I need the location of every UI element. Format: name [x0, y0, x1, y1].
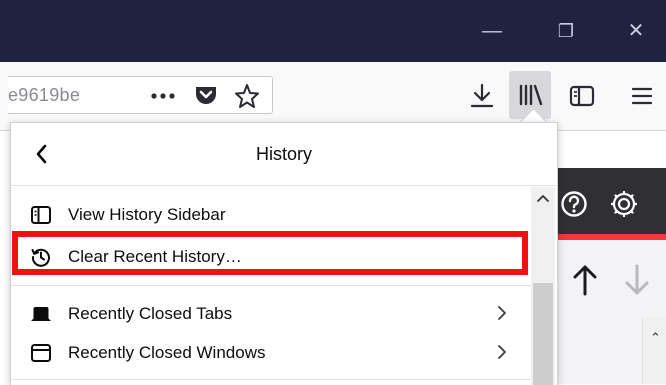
- bookmark-star-icon[interactable]: [234, 83, 260, 109]
- menu-item-label: View History Sidebar: [68, 205, 226, 224]
- minimize-button[interactable]: —: [472, 14, 512, 48]
- chevron-right-icon: [495, 300, 509, 332]
- restore-button[interactable]: ❐: [546, 14, 586, 48]
- menu-item-recently-closed-tabs[interactable]: Recently Closed Tabs: [11, 296, 535, 332]
- page-actions-icon[interactable]: [148, 89, 178, 101]
- arrow-down-icon[interactable]: [622, 262, 652, 298]
- sidebar-icon: [30, 204, 52, 226]
- window-icon: [30, 342, 52, 364]
- url-bar[interactable]: e9619be: [8, 76, 273, 114]
- scroll-up-icon[interactable]: [535, 191, 551, 207]
- panel-title: History: [255, 144, 312, 164]
- tab-icon: [30, 303, 52, 325]
- url-fade: [94, 79, 128, 111]
- help-icon[interactable]: [560, 190, 588, 218]
- menu-hamburger-icon[interactable]: [630, 84, 654, 108]
- library-icon: [518, 83, 544, 107]
- title-bar: — ❐ ✕: [0, 0, 666, 62]
- settings-gear-icon[interactable]: [608, 188, 640, 220]
- page-header-bar: [556, 168, 666, 234]
- arrow-up-icon[interactable]: [570, 262, 600, 298]
- menu-item-recently-closed-windows[interactable]: Recently Closed Windows: [11, 335, 535, 371]
- menu-separator: [11, 285, 535, 286]
- chevron-right-icon: [495, 339, 509, 371]
- menu-item-label: Recently Closed Tabs: [68, 304, 233, 323]
- navigation-toolbar: e9619be: [0, 62, 666, 131]
- panel-header: History: [11, 123, 557, 186]
- close-button[interactable]: ✕: [616, 14, 656, 48]
- page-scroll-up-icon[interactable]: ⌃: [650, 330, 661, 346]
- download-icon[interactable]: [468, 82, 496, 110]
- pocket-icon[interactable]: [194, 84, 218, 106]
- menu-item-view-history-sidebar[interactable]: View History Sidebar: [11, 197, 535, 233]
- sidebar-toggle-icon[interactable]: [568, 84, 596, 108]
- scrollbar-thumb[interactable]: [533, 283, 553, 385]
- menu-separator: [11, 379, 535, 380]
- menu-item-label: Recently Closed Windows: [68, 343, 266, 362]
- highlight-box: [12, 231, 528, 275]
- page-scrollbar[interactable]: ⌃: [642, 318, 666, 384]
